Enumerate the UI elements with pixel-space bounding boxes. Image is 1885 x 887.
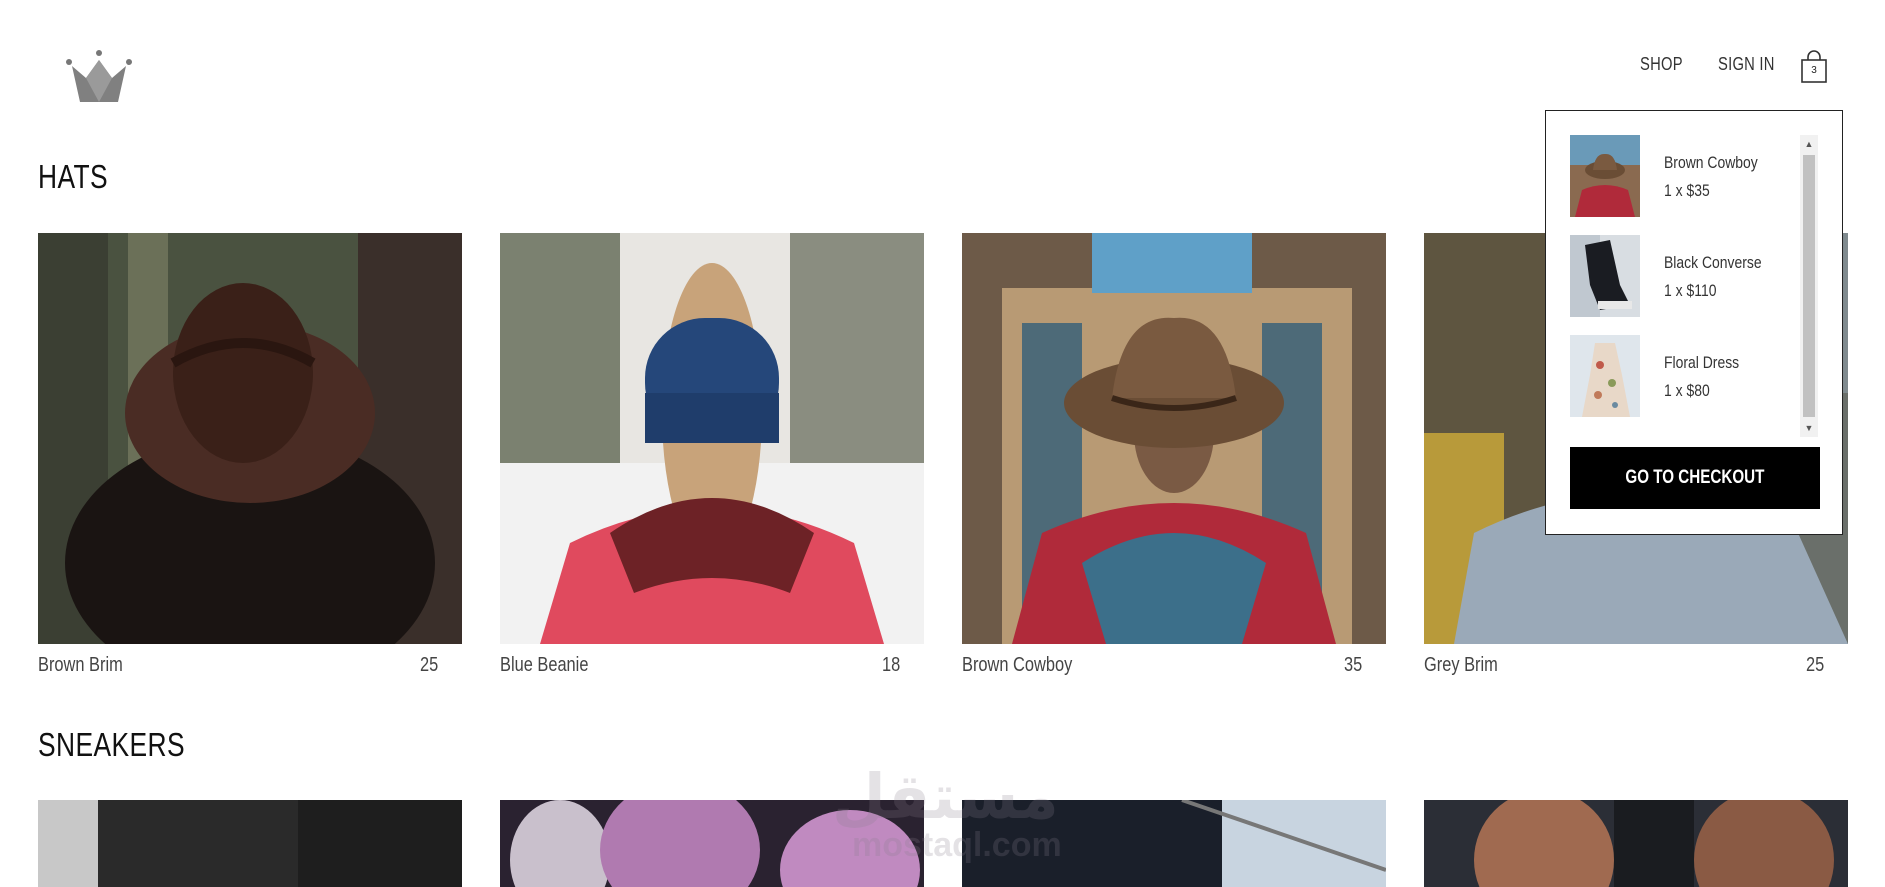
cart-item: Black Converse 1 x $110 [1570,235,1800,317]
cart-item-name: Brown Cowboy [1664,153,1758,172]
product-price: 25 [419,654,438,676]
cart-item-qty-price: 1 x $35 [1664,181,1710,200]
nav-shop-link[interactable]: SHOP [1640,54,1683,75]
product-card[interactable]: Brown Brim 25 [38,233,462,694]
product-image[interactable] [500,800,924,887]
product-image[interactable] [500,233,924,644]
product-card[interactable]: Blue Beanie 18 [500,233,924,694]
product-price: 18 [881,654,900,676]
cart-scrollbar[interactable]: ▲ ▼ [1800,135,1818,437]
section-title-hats[interactable]: HATS [38,158,108,196]
cart-item: Floral Dress 1 x $80 [1570,335,1800,417]
product-name: Brown Brim [38,654,123,676]
product-name: Grey Brim [1424,654,1498,676]
product-name: Brown Cowboy [962,654,1073,676]
product-image[interactable] [1424,800,1848,887]
cart-button[interactable]: 3 [1800,50,1828,84]
cart-item-qty-price: 1 x $110 [1664,281,1717,300]
product-card[interactable]: Brown Cowboy 35 [962,233,1386,694]
section-title-sneakers[interactable]: SNEAKERS [38,726,185,764]
scroll-up-arrow-icon[interactable]: ▲ [1800,135,1818,153]
crown-logo-icon[interactable] [66,50,132,104]
cart-item-name: Floral Dress [1664,353,1740,372]
cart-item-image [1570,135,1640,217]
product-image[interactable] [962,233,1386,644]
scrollbar-thumb[interactable] [1803,155,1815,417]
product-image[interactable] [38,233,462,644]
product-name: Blue Beanie [500,654,589,676]
cart-item-image [1570,335,1640,417]
nav-sign-in-link[interactable]: SIGN IN [1718,54,1775,75]
cart-item-name: Black Converse [1664,253,1762,272]
product-price: 25 [1805,654,1824,676]
cart-items-list[interactable]: Brown Cowboy 1 x $35 Black Converse 1 x … [1570,135,1800,425]
scroll-down-arrow-icon[interactable]: ▼ [1800,419,1818,437]
product-price: 35 [1343,654,1362,676]
cart-item-qty-price: 1 x $80 [1664,381,1710,400]
cart-item-image [1570,235,1640,317]
header: SHOP SIGN IN 3 [0,0,1885,120]
cart-item: Brown Cowboy 1 x $35 [1570,135,1800,217]
product-image[interactable] [962,800,1386,887]
go-to-checkout-button[interactable]: GO TO CHECKOUT [1570,447,1820,509]
product-image[interactable] [38,800,462,887]
cart-dropdown: Brown Cowboy 1 x $35 Black Converse 1 x … [1545,110,1843,535]
cart-count: 3 [1811,65,1817,76]
